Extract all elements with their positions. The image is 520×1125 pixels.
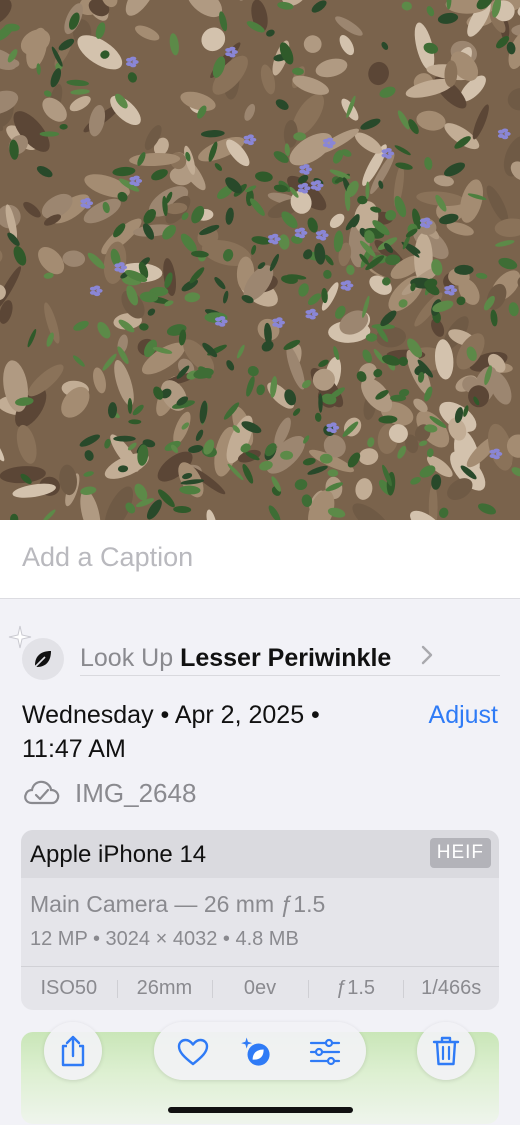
photo-view[interactable] xyxy=(0,0,520,520)
favorite-button[interactable] xyxy=(176,1035,210,1069)
divider xyxy=(80,675,500,676)
date-text: Wednesday • Apr 2, 2025 • xyxy=(22,701,320,729)
exif-aperture: ƒ1.5 xyxy=(307,977,404,1000)
exif-shutter-speed: 1/466s xyxy=(403,977,499,1000)
camera-info-card: Apple iPhone 14 HEIF Main Camera — 26 mm… xyxy=(21,830,499,1010)
delete-button[interactable] xyxy=(417,1022,475,1080)
exif-exposure-value: 0ev xyxy=(212,977,308,1000)
lookup-label: Look Up Lesser Periwinkle xyxy=(80,644,392,672)
visual-lookup-button[interactable] xyxy=(239,1035,273,1069)
home-indicator[interactable] xyxy=(168,1107,353,1113)
exif-row: ISO50 26mm 0ev ƒ1.5 1/466s xyxy=(21,967,499,1010)
icloud-check-icon xyxy=(24,780,60,805)
format-badge: HEIF xyxy=(429,838,491,868)
camera-card-header: Apple iPhone 14 HEIF xyxy=(21,830,499,878)
leaf-icon xyxy=(22,638,64,680)
lens-info: Main Camera — 26 mm ƒ1.5 xyxy=(30,891,326,917)
filename: IMG_2648 xyxy=(75,778,197,808)
visual-lookup-row[interactable]: Look Up Lesser Periwinkle xyxy=(0,617,520,680)
caption-section: Add a Caption xyxy=(0,520,520,599)
time-text: 11:47 AM xyxy=(22,735,126,763)
chevron-right-icon xyxy=(421,645,433,665)
image-specs: 12 MP • 3024 × 4032 • 4.8 MB xyxy=(30,928,299,950)
heart-icon xyxy=(177,1038,209,1066)
device-name: Apple iPhone 14 xyxy=(30,841,207,868)
adjust-sliders-icon xyxy=(309,1038,341,1066)
exif-iso: ISO50 xyxy=(40,977,98,999)
share-icon xyxy=(61,1035,85,1067)
lookup-subject: Lesser Periwinkle xyxy=(180,644,392,672)
edit-button[interactable] xyxy=(308,1035,342,1069)
trash-icon xyxy=(432,1036,460,1066)
share-button[interactable] xyxy=(44,1022,102,1080)
exif-focal-length: 26mm xyxy=(116,977,213,1000)
photo-actions-bar xyxy=(154,1022,366,1080)
photo-image xyxy=(0,0,520,520)
caption-input[interactable]: Add a Caption xyxy=(22,542,193,573)
visual-lookup-icon xyxy=(241,1037,270,1066)
adjust-button[interactable]: Adjust xyxy=(429,701,498,730)
